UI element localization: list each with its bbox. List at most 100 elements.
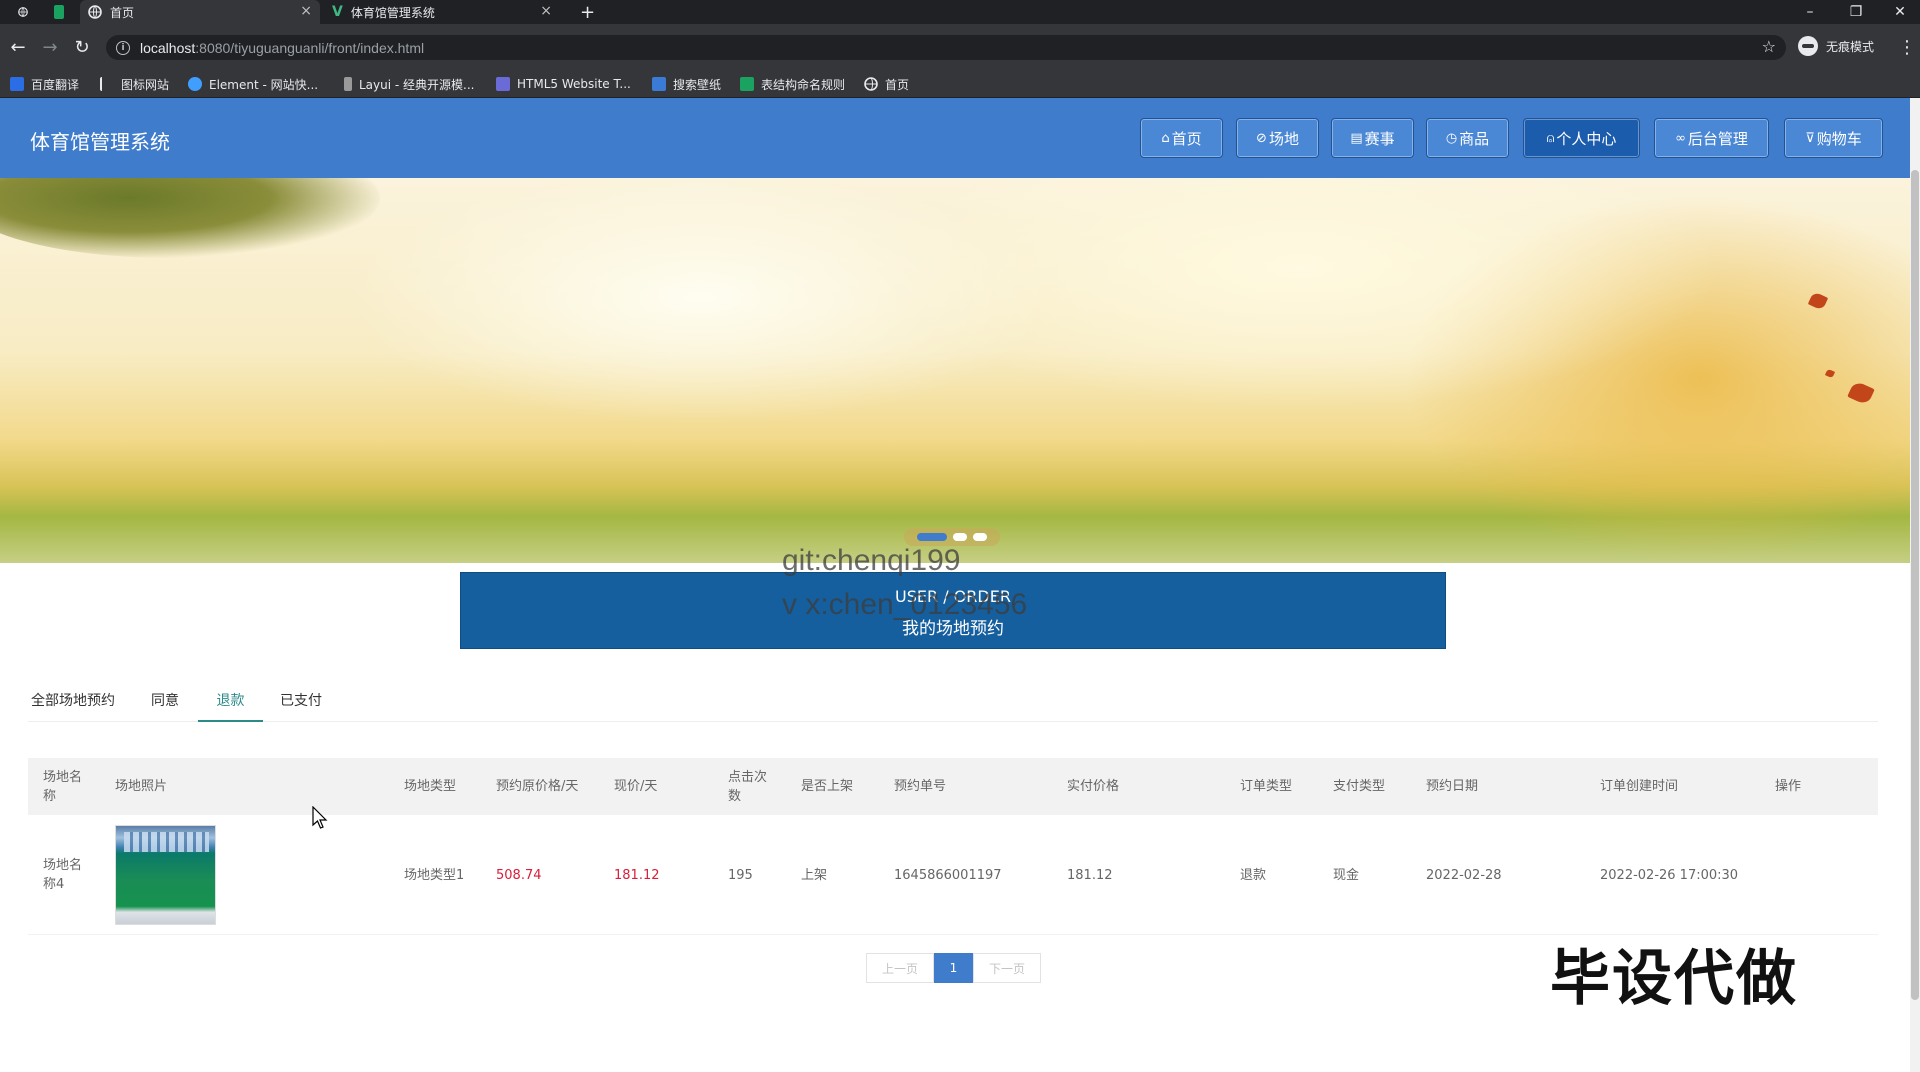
cell-venue-name: 场地名称4 [43, 858, 83, 892]
bookmark-item[interactable]: 百度翻译 [10, 75, 79, 93]
watermark-wechat: v x:chen_0123456 [782, 588, 1028, 621]
tab-title: 体育馆管理系统 [350, 5, 435, 20]
column-header: 现价/天 [614, 779, 658, 794]
incognito-icon [1798, 36, 1818, 56]
minimize-icon[interactable]: – [1788, 0, 1832, 24]
cell-current-price: 181.12 [614, 867, 660, 883]
banner-tree-decoration [0, 178, 380, 258]
cell-original-price: 508.74 [496, 867, 542, 883]
close-icon[interactable]: × [540, 3, 552, 19]
link-icon: ∞ [1675, 130, 1686, 146]
element-icon [188, 77, 202, 91]
cell-pay-type: 现金 [1333, 867, 1360, 883]
tab-paid[interactable]: 已支付 [276, 686, 326, 722]
cart-icon: ⊽ [1805, 130, 1815, 146]
vue-icon: V [332, 4, 343, 20]
bookmark-item[interactable]: Layui - 经典开源模... [344, 75, 474, 93]
carousel-dot[interactable] [973, 533, 987, 541]
order-tabs: 全部场地预约 同意 退款 已支付 [28, 686, 1878, 722]
tab-refund[interactable]: 退款 [198, 686, 263, 722]
star-icon[interactable]: ☆ [1762, 37, 1776, 56]
calendar-icon: ▤ [1350, 130, 1363, 146]
column-header: 场地照片 [115, 779, 168, 794]
bookmark-item[interactable]: 首页 [864, 75, 909, 93]
cell-paid-price: 181.12 [1067, 867, 1113, 883]
forward-icon[interactable]: → [40, 37, 60, 58]
tab-title: 首页 [110, 5, 135, 20]
layui-icon [344, 77, 352, 91]
carousel-dot[interactable] [917, 533, 947, 541]
column-header: 操作 [1775, 779, 1802, 794]
scrollbar-thumb[interactable] [1911, 170, 1919, 1000]
flag-icon [100, 77, 114, 91]
bookmarks-bar: 百度翻译 图标网站 Element - 网站快... Layui - 经典开源模… [0, 70, 1920, 98]
nav-user-center[interactable]: ⍝ 个人中心 [1523, 118, 1640, 158]
page-1-button[interactable]: 1 [934, 953, 973, 983]
pagination: 上一页 1 下一页 [866, 953, 1041, 983]
close-icon[interactable]: × [300, 3, 312, 19]
bookmark-item[interactable]: HTML5 Website T... [496, 75, 631, 93]
carousel-dot[interactable] [953, 533, 967, 541]
watermark-git: git:chenqi199 [782, 544, 961, 577]
nav-home[interactable]: ⌂ 首页 [1140, 118, 1223, 158]
tab-approved[interactable]: 同意 [144, 686, 186, 722]
table-header: 场地名称 场地照片 场地类型 预约原价格/天 现价/天 点击次数 是否上架 预约… [28, 758, 1878, 815]
close-window-icon[interactable]: ✕ [1878, 0, 1920, 24]
column-header: 实付价格 [1067, 779, 1120, 794]
cell-on-shelf: 上架 [801, 867, 828, 883]
tab-all[interactable]: 全部场地预约 [28, 686, 118, 722]
incognito-badge[interactable]: 无痕模式 [1798, 36, 1874, 56]
pinned-tab[interactable] [46, 0, 72, 24]
incognito-label: 无痕模式 [1826, 39, 1875, 54]
info-icon[interactable]: i [116, 40, 130, 55]
next-page-button[interactable]: 下一页 [973, 953, 1041, 983]
reload-icon[interactable]: ↻ [72, 37, 92, 58]
column-header: 是否上架 [801, 779, 854, 794]
home-icon: ⌂ [1161, 130, 1170, 146]
banner-carousel [0, 178, 1910, 563]
leaf-decoration [1824, 368, 1836, 379]
bookmark-item[interactable]: Element - 网站快... [188, 75, 318, 93]
globe-icon [18, 7, 28, 17]
column-header: 订单创建时间 [1600, 779, 1679, 794]
back-icon[interactable]: ← [8, 37, 28, 58]
tab-system[interactable]: V 体育馆管理系统 × [324, 0, 560, 24]
browser-menu-icon[interactable] [10, 0, 36, 24]
corner-watermark: 毕设代做 [1550, 944, 1798, 1014]
html5-icon [496, 77, 510, 91]
nav-cart[interactable]: ⊽ 购物车 [1784, 118, 1883, 158]
cell-order-type: 退款 [1240, 867, 1267, 883]
venue-photo[interactable] [115, 825, 216, 925]
address-bar[interactable]: i localhost:8080/tiyuguanguanli/front/in… [106, 35, 1786, 60]
bookmark-item[interactable]: 搜索壁纸 [652, 75, 721, 93]
column-header: 预约原价格/天 [496, 779, 579, 794]
nav-events[interactable]: ▤ 赛事 [1331, 118, 1414, 158]
table-row[interactable]: 场地名称4 场地类型1 508.74 181.12 195 上架 1645866… [28, 815, 1878, 935]
column-header: 预约单号 [894, 779, 947, 794]
bookmark-item[interactable]: 图标网站 [100, 75, 169, 93]
globe-icon [88, 5, 102, 19]
goods-icon: ◷ [1445, 130, 1458, 146]
new-tab-button[interactable]: + [572, 0, 596, 24]
more-menu-icon[interactable]: ⋮ [1898, 37, 1916, 58]
nav-goods[interactable]: ◷ 商品 [1426, 118, 1509, 158]
mouse-cursor-icon [312, 806, 328, 829]
column-header: 支付类型 [1333, 779, 1386, 794]
leaf-decoration [1807, 291, 1829, 311]
user-icon: ⍝ [1546, 130, 1555, 146]
tab-home[interactable]: 首页 × [80, 0, 320, 24]
bookmark-item[interactable]: 表结构命名规则 [740, 75, 845, 93]
cell-clicks: 195 [728, 867, 753, 883]
url-text: localhost:8080/tiyuguanguanli/front/inde… [140, 39, 425, 56]
prev-page-button[interactable]: 上一页 [866, 953, 934, 983]
cell-reserve-date: 2022-02-28 [1426, 867, 1502, 883]
globe-icon [864, 77, 878, 91]
wallpaper-icon [652, 77, 666, 91]
site-title: 体育馆管理系统 [30, 130, 170, 154]
column-header: 预约日期 [1426, 779, 1479, 794]
nav-admin[interactable]: ∞ 后台管理 [1654, 118, 1769, 158]
nav-venue[interactable]: ⊘ 场地 [1236, 118, 1319, 158]
sheet-icon [54, 5, 64, 19]
leaf-decoration [1847, 380, 1875, 406]
restore-icon[interactable]: ❐ [1834, 0, 1878, 24]
